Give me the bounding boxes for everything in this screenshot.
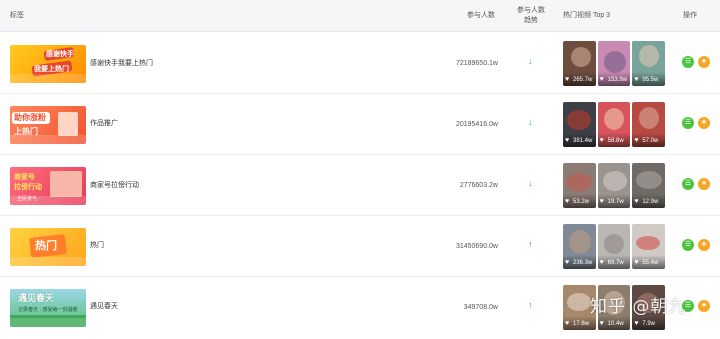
video-thumbnail[interactable]: ♥ 58.8w [597,102,631,147]
table-header: 标签 参与人数 参与人数趋势 热门视频 Top 3 操作 [0,0,720,32]
heart-icon: ♥ [634,198,639,205]
video-likes: 17.6w [573,321,590,327]
star-icon[interactable]: ★ [698,117,710,129]
video-likes: 7.9w [642,321,656,327]
star-icon[interactable]: ★ [698,56,710,68]
list-icon[interactable]: ☰ [682,239,694,251]
video-likes: 236.3w [573,260,593,266]
heart-icon: ♥ [634,320,639,327]
heart-icon: ♥ [634,259,639,266]
video-thumbnail[interactable]: ♥ 53.2w [563,163,596,208]
heart-icon: ♥ [565,259,570,266]
heart-icon: ♥ [565,76,570,83]
top-videos: ♥ 236.3w ♥ 69.7w ♥ 55.4w [563,224,666,269]
table-row[interactable]: 助你涨粉 上热门 作品推广 20195416.0w ↓ ♥ 381.4w ♥ 5… [0,94,720,155]
participant-count: 31450690.0w [455,243,498,250]
star-icon[interactable]: ★ [698,300,710,312]
video-likes: 153.9w [607,77,628,83]
trend-down-icon: ↓ [528,117,533,127]
header-ops: 操作 [683,12,697,19]
participant-count: 20195416.0w [455,121,498,128]
trend-up-icon: ↑ [528,300,533,310]
tag-title[interactable]: 作品推广 [90,118,118,128]
trend-down-icon: ↓ [528,178,533,188]
tag-title[interactable]: 感谢快手我要上热门 [90,58,153,68]
video-likes: 381.4w [573,138,593,144]
video-likes: 69.7w [607,260,624,266]
tag-title[interactable]: 热门 [90,240,104,250]
heart-icon: ♥ [599,76,604,83]
video-likes: 55.4w [642,260,659,266]
top-videos: ♥ 53.2w ♥ 19.7w ♥ 12.9w [563,163,666,208]
participant-count: 2776603.2w [459,182,498,189]
heart-icon: ♥ [565,198,570,205]
participant-count: 349708.0w [463,304,498,311]
table-row[interactable]: 热门 热门 31450690.0w ↑ ♥ 236.3w ♥ 69.7w ♥ 5… [0,216,720,277]
star-icon[interactable]: ★ [698,178,710,190]
top-videos: ♥ 265.7w ♥ 153.9w ♥ 95.5w [563,41,666,86]
heart-icon: ♥ [599,198,604,205]
thumb-subtitle: 记录春天 · 感受每一刻温暖 [18,307,78,313]
video-thumbnail[interactable]: ♥ 153.9w [597,41,631,86]
video-likes: 265.7w [573,77,593,83]
video-likes: 53.2w [573,199,590,205]
video-likes: 58.8w [607,138,624,144]
header-trend: 参与人数趋势 [517,7,545,24]
video-thumbnail[interactable]: ♥ 57.0w [632,102,666,147]
watermark: 知乎 @朝九 [590,297,687,317]
header-title: 标签 [10,12,24,19]
header-top3: 热门视频 Top 3 [563,12,611,19]
video-likes: 95.5w [642,77,659,83]
tag-thumbnail[interactable]: 商家号 拉傍行动 · 全民参与 · [10,167,86,205]
video-thumbnail[interactable]: ♥ 19.7w [597,163,631,208]
star-icon[interactable]: ★ [698,239,710,251]
heart-icon: ♥ [634,137,639,144]
tag-title[interactable]: 商家号拉傍行动 [90,180,139,190]
trend-up-icon: ↑ [528,239,533,249]
video-likes: 12.9w [642,199,659,205]
heart-icon: ♥ [599,137,604,144]
video-thumbnail[interactable]: ♥ 12.9w [632,163,666,208]
tag-thumbnail[interactable]: 热门 [10,228,86,266]
video-likes: 10.4w [607,321,624,327]
video-thumbnail[interactable]: ♥ 69.7w [597,224,631,269]
heart-icon: ♥ [565,137,570,144]
video-thumbnail[interactable]: ♥ 95.5w [632,41,666,86]
video-thumbnail[interactable]: ♥ 236.3w [563,224,596,269]
video-thumbnail[interactable]: ♥ 381.4w [563,102,596,147]
table-row[interactable]: 商家号 拉傍行动 · 全民参与 · 商家号拉傍行动 2776603.2w ↓ ♥… [0,155,720,216]
heart-icon: ♥ [599,320,604,327]
heart-icon: ♥ [634,76,639,83]
video-thumbnail[interactable]: ♥ 265.7w [563,41,596,86]
heart-icon: ♥ [565,320,570,327]
table-row[interactable]: 感谢快手 我要上热门 感谢快手我要上热门 72189650.1w ↓ ♥ 265… [0,33,720,94]
tag-title[interactable]: 遇见春天 [90,301,118,311]
video-likes: 57.0w [642,138,659,144]
video-likes: 19.7w [607,199,624,205]
list-icon[interactable]: ☰ [682,178,694,190]
list-icon[interactable]: ☰ [682,117,694,129]
tag-thumbnail[interactable]: 助你涨粉 上热门 [10,106,86,144]
trend-down-icon: ↓ [528,56,533,66]
video-thumbnail[interactable]: ♥ 55.4w [632,224,666,269]
tag-thumbnail[interactable]: 遇见春天 记录春天 · 感受每一刻温暖 [10,289,86,327]
list-icon[interactable]: ☰ [682,56,694,68]
participant-count: 72189650.1w [455,60,498,67]
tag-thumbnail[interactable]: 感谢快手 我要上热门 [10,45,86,83]
top-videos: ♥ 381.4w ♥ 58.8w ♥ 57.0w [563,102,666,147]
header-count: 参与人数 [467,12,495,19]
heart-icon: ♥ [599,259,604,266]
